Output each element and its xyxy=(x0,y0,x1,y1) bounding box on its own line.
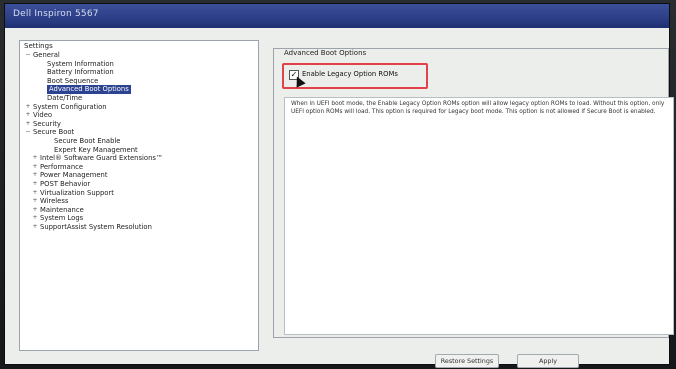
apply-button[interactable]: Apply xyxy=(517,354,579,368)
collapse-icon[interactable]: − xyxy=(25,51,31,60)
expand-icon[interactable]: + xyxy=(25,120,31,129)
sidebar-item[interactable]: + Intel® Software Guard Extensions™ xyxy=(20,154,258,163)
sidebar-item-label: System Information xyxy=(47,59,114,68)
sidebar-item-label: SupportAssist System Resolution xyxy=(40,222,152,231)
sidebar-item-label: Performance xyxy=(40,162,84,171)
expand-icon[interactable]: + xyxy=(32,180,38,189)
content-panel: Advanced Boot Options ✓ Enable Legacy Op… xyxy=(273,40,674,360)
sidebar-item-label: Battery Information xyxy=(47,68,114,77)
sidebar-item[interactable]: Date/Time xyxy=(20,94,258,103)
advanced-boot-group: Advanced Boot Options ✓ Enable Legacy Op… xyxy=(273,48,674,338)
settings-tree-panel: Settings − General System Information Batte… xyxy=(19,40,259,351)
sidebar-item-label: Secure Boot Enable xyxy=(54,136,121,145)
settings-tree: − General System Information Battery Inform… xyxy=(20,51,258,231)
description-box: When in UEFI boot mode, the Enable Legac… xyxy=(284,97,674,335)
expand-icon[interactable]: + xyxy=(32,163,38,172)
sidebar-item-label: Advanced Boot Options xyxy=(47,85,131,94)
sidebar-item[interactable]: − Secure Boot xyxy=(20,128,258,137)
enable-legacy-option-roms-row[interactable]: ✓ Enable Legacy Option ROMs xyxy=(288,69,418,81)
sidebar-item[interactable]: + Video xyxy=(20,111,258,120)
sidebar-item[interactable]: + Power Management xyxy=(20,171,258,180)
sidebar-item[interactable]: + Maintenance xyxy=(20,206,258,215)
sidebar-item-label: Maintenance xyxy=(40,205,84,214)
sidebar-item[interactable]: − General xyxy=(20,51,258,60)
expand-icon[interactable]: + xyxy=(32,171,38,180)
sidebar-item-label: Secure Boot xyxy=(33,128,75,137)
expand-icon[interactable]: + xyxy=(25,103,31,112)
sidebar-item[interactable]: Secure Boot Enable xyxy=(20,137,258,146)
sidebar-item[interactable]: Boot Sequence xyxy=(20,77,258,86)
sidebar-item[interactable]: Battery Information xyxy=(20,68,258,77)
sidebar-item-label: Power Management xyxy=(40,171,108,180)
expand-icon[interactable]: + xyxy=(32,189,38,198)
sidebar-item-label: POST Behavior xyxy=(40,179,91,188)
sidebar-item[interactable]: Advanced Boot Options xyxy=(20,85,258,94)
sidebar-item[interactable]: Expert Key Management xyxy=(20,146,258,155)
sidebar-item[interactable]: System Information xyxy=(20,60,258,69)
expand-icon[interactable]: + xyxy=(32,223,38,232)
sidebar-item-label: System Logs xyxy=(40,214,84,223)
restore-settings-button[interactable]: Restore Settings xyxy=(435,354,499,368)
option-description: When in UEFI boot mode, the Enable Legac… xyxy=(291,101,665,115)
sidebar-item-label: Virtualization Support xyxy=(40,188,114,197)
expand-icon[interactable]: + xyxy=(32,214,38,223)
sidebar-item[interactable]: + Wireless xyxy=(20,197,258,206)
group-title: Advanced Boot Options xyxy=(282,49,369,57)
title-bar: Dell Inspiron 5567 xyxy=(5,4,669,28)
sidebar-item[interactable]: + System Logs xyxy=(20,214,258,223)
expand-icon[interactable]: + xyxy=(25,111,31,120)
expand-icon[interactable]: + xyxy=(32,206,38,215)
sidebar-item-label: Wireless xyxy=(40,197,69,206)
sidebar-item[interactable]: + Security xyxy=(20,120,258,129)
sidebar-item-label: Security xyxy=(33,119,61,128)
sidebar-item-label: Expert Key Management xyxy=(54,145,138,154)
sidebar-item-label: Video xyxy=(33,111,53,120)
sidebar-item[interactable]: + POST Behavior xyxy=(20,180,258,189)
legacy-option-roms-label[interactable]: Enable Legacy Option ROMs xyxy=(302,70,398,78)
collapse-icon[interactable]: − xyxy=(25,128,31,137)
window-title: Dell Inspiron 5567 xyxy=(13,9,99,19)
expand-icon[interactable]: + xyxy=(32,154,38,163)
sidebar-item-label: Intel® Software Guard Extensions™ xyxy=(40,154,163,163)
sidebar-item[interactable]: + Performance xyxy=(20,163,258,172)
expand-icon[interactable]: + xyxy=(32,197,38,206)
sidebar-item-label: Boot Sequence xyxy=(47,76,99,85)
bios-screen: Dell Inspiron 5567 Settings − General Syst… xyxy=(4,3,674,368)
sidebar-item-label: Date/Time xyxy=(47,93,83,102)
sidebar-item[interactable]: + SupportAssist System Resolution xyxy=(20,223,258,232)
sidebar-item-label: System Configuration xyxy=(33,102,107,111)
sidebar-item[interactable]: + System Configuration xyxy=(20,103,258,112)
settings-header: Settings xyxy=(24,42,53,50)
sidebar-item-label: General xyxy=(33,51,60,59)
sidebar-item[interactable]: + Virtualization Support xyxy=(20,189,258,198)
